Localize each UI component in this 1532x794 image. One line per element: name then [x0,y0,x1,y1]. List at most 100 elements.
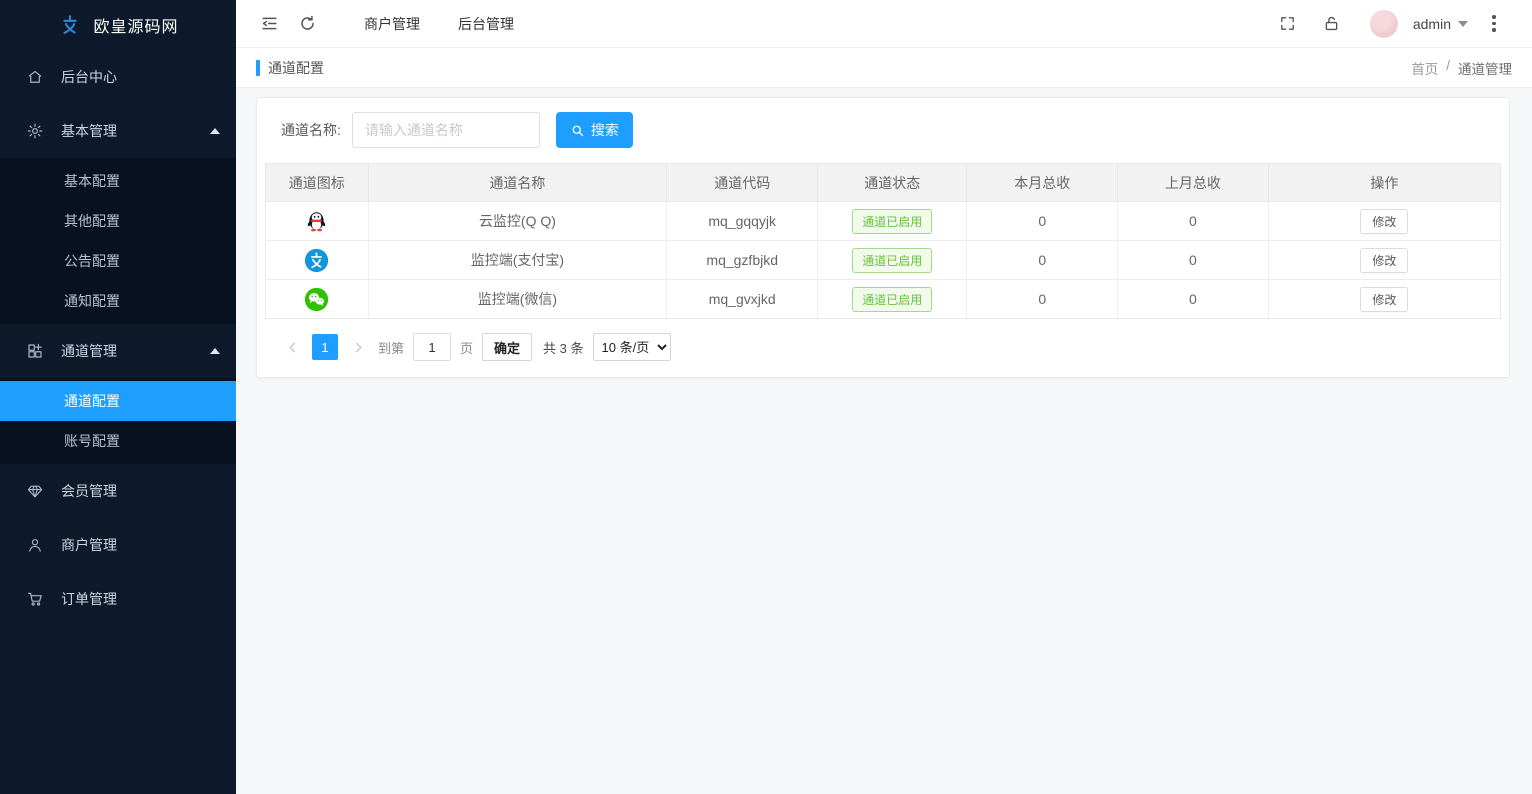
breadcrumb: 首页 / 通道管理 [1411,58,1512,78]
refresh-button[interactable] [288,0,326,48]
channel-code: mq_gzfbjkd [667,241,818,280]
avatar [1370,10,1398,38]
sidebar-item-label: 后台中心 [61,67,117,87]
sidebar-subitem-channel-config[interactable]: 通道配置 [0,381,236,421]
table-header-row: 通道图标 通道名称 通道代码 通道状态 本月总收 上月总收 操作 [266,164,1501,202]
status-badge[interactable]: 通道已启用 [852,209,932,234]
breadcrumb-home[interactable]: 首页 [1411,58,1438,78]
collapse-sidebar-button[interactable] [250,0,288,48]
user-menu[interactable]: admin [1354,10,1468,38]
col-channel-status: 通道状态 [818,164,967,202]
sidebar-subitem-announce-config[interactable]: 公告配置 [0,241,236,281]
sidebar-item-merchant-mgmt[interactable]: 商户管理 [0,518,236,572]
edit-button[interactable]: 修改 [1360,209,1408,234]
channel-name: 云监控(Q Q) [368,202,667,241]
logo-title: 欧皇源码网 [93,13,178,37]
search-icon [570,123,585,138]
prev-page-button[interactable] [281,334,303,360]
search-button[interactable]: 搜索 [556,112,633,148]
status-badge[interactable]: 通道已启用 [852,287,932,312]
chevron-left-icon [287,342,298,353]
content: 通道名称: 搜索 [236,88,1532,794]
wechat-icon [304,287,329,312]
page-size-select[interactable]: 10 条/页 [593,333,671,361]
username: admin [1413,16,1451,32]
total-count: 共 3 条 [543,338,583,357]
page-title: 通道配置 [256,58,324,78]
channel-name: 监控端(微信) [368,280,667,319]
sidebar-subitem-other-config[interactable]: 其他配置 [0,201,236,241]
sidebar-subitem-basic-config[interactable]: 基本配置 [0,161,236,201]
sidebar-item-label: 通道管理 [61,341,117,361]
breadcrumb-current: 通道管理 [1458,58,1512,78]
table-row: 监控端(支付宝) mq_gzfbjkd 通道已启用 0 0 修改 [266,241,1501,280]
page-1-button[interactable]: 1 [312,334,338,360]
last-month-total: 0 [1118,241,1269,280]
channel-code: mq_gqqyjk [667,202,818,241]
next-page-button[interactable] [347,334,369,360]
sidebar-item-label: 基本管理 [61,121,117,141]
fullscreen-icon[interactable] [1266,0,1310,48]
confirm-page-button[interactable]: 确定 [482,333,532,361]
breadcrumb-bar: 通道配置 首页 / 通道管理 [236,48,1532,88]
channel-code: mq_gvxjkd [667,280,818,319]
home-icon [26,68,44,86]
sidebar-subitem-account-config[interactable]: 账号配置 [0,421,236,461]
topbar: 商户管理 后台管理 admin [236,0,1532,48]
sidebar-item-label: 订单管理 [61,589,117,609]
user-icon [26,536,44,554]
sidebar-item-channel-mgmt[interactable]: 通道管理 [0,324,236,378]
sidebar-item-label: 会员管理 [61,481,117,501]
diamond-icon [26,482,44,500]
channel-name-input[interactable] [352,112,540,148]
pagination: 1 到第 页 确定 共 3 条 10 条/页 [281,333,1501,361]
chevron-up-icon [210,348,220,354]
col-channel-icon: 通道图标 [266,164,369,202]
edit-button[interactable]: 修改 [1360,248,1408,273]
last-month-total: 0 [1118,202,1269,241]
sidebar-item-order-mgmt[interactable]: 订单管理 [0,572,236,626]
alipay-icon [304,248,329,273]
sidebar-subitem-notify-config[interactable]: 通知配置 [0,281,236,321]
gear-icon [26,122,44,140]
col-channel-name: 通道名称 [368,164,667,202]
channel-name: 监控端(支付宝) [368,241,667,280]
last-month-total: 0 [1118,280,1269,319]
submenu-channel-mgmt: 通道配置 账号配置 [0,378,236,464]
month-total: 0 [967,202,1118,241]
logo[interactable]: 欧皇源码网 [0,0,236,50]
month-total: 0 [967,241,1118,280]
submenu-basic-mgmt: 基本配置 其他配置 公告配置 通知配置 [0,158,236,324]
lock-icon[interactable] [1310,0,1354,48]
channel-config-card: 通道名称: 搜索 [256,97,1510,378]
col-last-month-total: 上月总收 [1118,164,1269,202]
sidebar-item-basic-mgmt[interactable]: 基本管理 [0,104,236,158]
chevron-right-icon [353,342,364,353]
col-month-total: 本月总收 [967,164,1118,202]
title-accent-bar [256,60,260,76]
channel-table: 通道图标 通道名称 通道代码 通道状态 本月总收 上月总收 操作 [265,163,1501,319]
tab-merchant-mgmt[interactable]: 商户管理 [364,14,420,34]
goto-label: 到第 [378,338,404,357]
col-channel-code: 通道代码 [667,164,818,202]
cart-icon [26,590,44,608]
edit-button[interactable]: 修改 [1360,287,1408,312]
status-badge[interactable]: 通道已启用 [852,248,932,273]
sidebar-item-dashboard[interactable]: 后台中心 [0,50,236,104]
main-area: 商户管理 后台管理 admin [236,0,1532,794]
table-row: 云监控(Q Q) mq_gqqyjk 通道已启用 0 0 修改 [266,202,1501,241]
chevron-up-icon [210,128,220,134]
breadcrumb-separator: / [1446,58,1450,78]
table-row: 监控端(微信) mq_gvxjkd 通道已启用 0 0 修改 [266,280,1501,319]
page-label: 页 [460,338,473,357]
tab-backend-mgmt[interactable]: 后台管理 [458,14,514,34]
search-row: 通道名称: 搜索 [281,112,1501,148]
sidebar-item-member-mgmt[interactable]: 会员管理 [0,464,236,518]
more-options-icon[interactable] [1474,15,1514,32]
qq-icon [304,209,329,234]
topbar-right: admin [1266,0,1514,48]
search-label: 通道名称: [281,120,341,140]
sidebar: 欧皇源码网 后台中心 基本管理 基本配置 其他配置 公告配置 [0,0,236,794]
chevron-down-icon [1458,21,1468,27]
goto-page-input[interactable] [413,333,451,361]
